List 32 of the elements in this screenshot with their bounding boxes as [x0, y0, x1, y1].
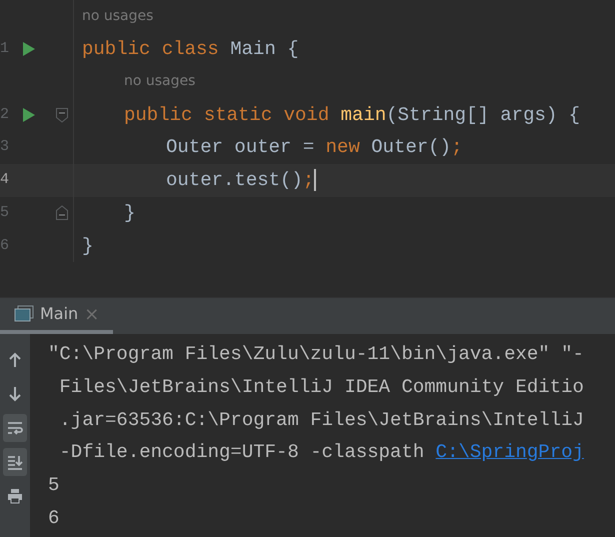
classpath-link[interactable]: C:\SpringProj — [436, 441, 584, 464]
usage-hint: no usages — [123, 72, 196, 92]
code-line: } — [123, 200, 136, 226]
line-number: 1 — [0, 38, 10, 59]
arrow-up-icon[interactable] — [7, 352, 23, 368]
scroll-to-end-icon[interactable] — [7, 454, 23, 470]
code-line: public static void main(String[] args) { — [123, 102, 580, 128]
console-output-line: 5 — [48, 474, 60, 496]
fold-icon[interactable] — [54, 205, 68, 222]
usage-hint: no usages — [81, 6, 154, 26]
code-line: public class Main { — [81, 36, 299, 62]
fold-icon[interactable] — [54, 106, 68, 123]
run-icon[interactable] — [22, 106, 36, 123]
line-number: 5 — [0, 202, 10, 223]
code-line: Outer outer = new Outer(); — [165, 135, 462, 160]
line-number: 3 — [0, 137, 10, 158]
code-line: } — [81, 234, 94, 259]
line-number: 2 — [0, 104, 10, 125]
run-icon[interactable] — [22, 41, 36, 58]
print-icon[interactable] — [7, 488, 23, 504]
console-output-line: 6 — [48, 506, 60, 529]
console-output-line: "C:\Program Files\Zulu\zulu-11\bin\java.exe" "- — [48, 343, 584, 365]
close-icon[interactable]: × — [84, 300, 100, 328]
console-icon — [14, 305, 34, 323]
line-number: 6 — [0, 236, 10, 256]
soft-wrap-icon[interactable] — [7, 420, 23, 436]
arrow-down-icon[interactable] — [7, 386, 23, 402]
line-number: 4 — [0, 170, 10, 190]
console-output-line: Files\JetBrains\IntelliJ IDEA Community Editio — [58, 376, 584, 398]
console-output-line: .jar=63536:C:\Program Files\JetBrains\IntelliJ — [58, 408, 584, 431]
code-line: outer.test(); — [165, 168, 316, 194]
console-output-line: -Dfile.encoding=UTF-8 -classpath C:\SpringProj — [58, 441, 584, 464]
